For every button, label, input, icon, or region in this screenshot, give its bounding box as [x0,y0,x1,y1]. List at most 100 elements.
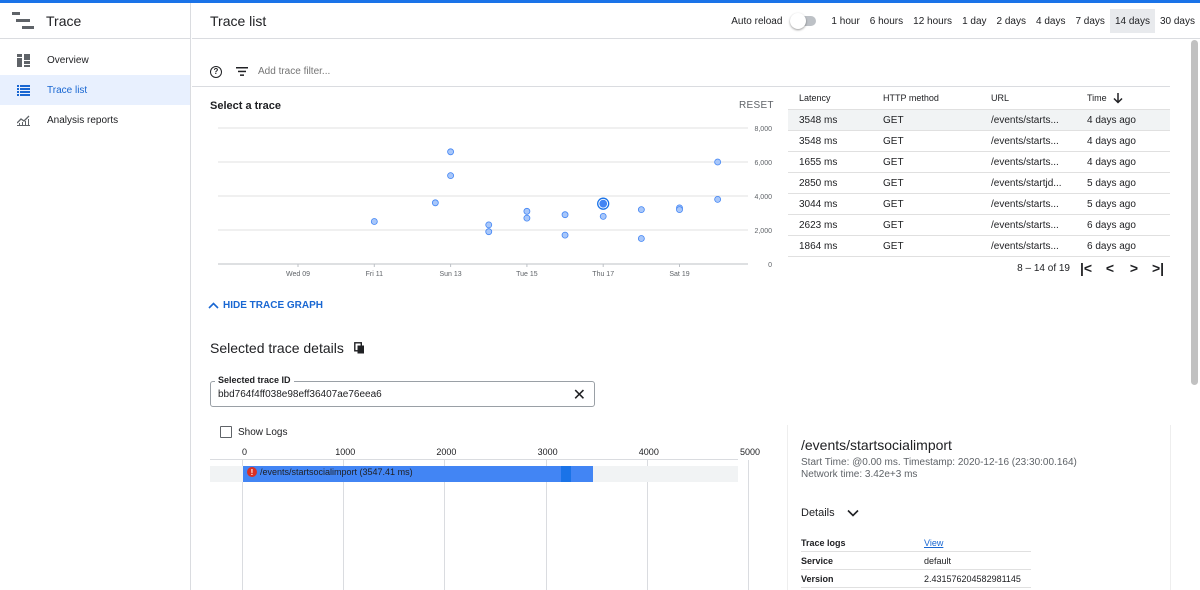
sidebar-item-label: Trace list [47,84,88,96]
span-child-bar[interactable] [561,466,571,482]
detail-row-version: Version 2.431576204582981145 [801,570,1031,588]
x-tick-label: Wed 09 [286,271,310,278]
trace-id-label: Selected trace ID [215,375,294,385]
range-button-7-days[interactable]: 7 days [1070,9,1109,33]
data-point[interactable] [714,158,722,166]
cell-latency: 2623 ms [799,219,838,231]
cell-method: GET [883,156,904,168]
span-title: /events/startsocialimport [801,437,952,453]
cell-method: GET [883,198,904,210]
sidebar-item-overview[interactable]: Overview [0,45,190,75]
dashboard-icon [17,53,30,67]
hide-trace-graph-button[interactable]: HIDE TRACE GRAPH [208,300,323,311]
x-tick-label: Sun 13 [440,271,462,278]
span-label[interactable]: ! /events/startsocialimport (3547.41 ms) [247,467,413,477]
cell-time: 4 days ago [1087,114,1136,126]
cell-url: /events/starts... [991,114,1059,126]
data-point[interactable] [561,211,569,219]
table-row[interactable]: 3548 ms GET/events/starts... 4 days ago [788,110,1170,131]
prev-page-icon[interactable]: < [1098,260,1122,276]
span-details-panel: /events/startsocialimport Start Time: @0… [787,425,1171,590]
range-button-1-hour[interactable]: 1 hour [826,9,864,33]
data-point[interactable] [523,214,531,222]
analytics-icon [17,114,30,127]
range-button-4-days[interactable]: 4 days [1031,9,1070,33]
trace-filter-input[interactable] [258,66,658,77]
detail-row-service: Service default [801,552,1031,570]
trace-id-field[interactable]: Selected trace ID bbd764f4ff038e98eff364… [210,375,595,407]
data-point[interactable] [485,221,493,229]
data-point[interactable] [431,199,439,207]
data-point[interactable] [714,196,722,203]
data-point[interactable] [637,235,645,242]
table-row[interactable]: 2850 ms GET/events/startjd... 5 days ago [788,173,1170,194]
cell-method: GET [883,240,904,252]
data-point[interactable] [676,206,683,213]
data-point[interactable] [447,148,455,156]
selected-data-point[interactable] [599,199,608,208]
details-label: Details [801,507,835,519]
col-latency[interactable]: Latency [788,93,872,103]
last-page-icon[interactable]: >| [1146,260,1170,276]
data-point[interactable] [370,218,378,225]
table-row[interactable]: 3548 ms GET/events/starts... 4 days ago [788,131,1170,152]
cell-method: GET [883,135,904,147]
range-button-6-hours[interactable]: 6 hours [865,9,908,33]
cell-latency: 2850 ms [799,177,838,189]
pager-text: 8 – 14 of 19 [1017,262,1070,274]
span-start-time: Start Time: @0.00 ms. Timestamp: 2020-12… [801,457,1077,468]
clear-icon[interactable]: ✕ [573,385,586,405]
sidebar-header: Trace [0,3,190,39]
data-point[interactable] [523,207,531,215]
cell-time: 6 days ago [1087,240,1136,252]
page-scrollbar[interactable] [1191,40,1198,385]
auto-reload-toggle[interactable]: Auto reload [731,13,817,29]
range-button-14-days[interactable]: 14 days [1109,9,1155,33]
first-page-icon[interactable]: |< [1074,260,1098,276]
range-button-12-hours[interactable]: 12 hours [908,9,957,33]
sidebar-item-analysis-reports[interactable]: Analysis reports [0,105,190,135]
sidebar: Trace Overview Trace list Analysis repor… [0,3,191,590]
details-toggle[interactable]: Details [801,507,859,519]
show-logs-checkbox[interactable]: Show Logs [220,426,287,438]
table-row[interactable]: 1864 ms GET/events/starts... 6 days ago [788,236,1170,257]
range-button-30-days[interactable]: 30 days [1155,9,1200,33]
cell-method: GET [883,177,904,189]
trace-table: Latency HTTP method URL Time 3548 ms GET /… [788,87,1170,257]
table-row[interactable]: 2623 ms GET/events/starts... 6 days ago [788,215,1170,236]
cell-latency: 1864 ms [799,240,838,252]
data-point[interactable] [485,228,493,236]
col-url[interactable]: URL [980,93,1076,103]
range-button-1-day[interactable]: 1 day [957,9,991,33]
sidebar-item-trace-list[interactable]: Trace list [0,75,190,105]
data-point[interactable] [561,231,569,239]
trace-scatter-chart[interactable]: 0 2,000 4,000 6,000 8,000 Wed 09 Fri 11 Sun 13 T… [200,115,790,285]
col-http-method[interactable]: HTTP method [872,93,980,103]
reset-button[interactable]: RESET [739,100,774,111]
toggle-switch[interactable] [790,13,817,29]
help-icon[interactable]: ? [210,65,222,78]
view-logs-link[interactable]: View [924,538,943,548]
trace-logo-icon [12,11,34,30]
data-point[interactable] [599,213,607,220]
sidebar-item-label: Overview [47,54,89,66]
copy-icon[interactable] [353,342,365,354]
x-tick-label: Sat 19 [669,271,689,278]
span-network-time: Network time: 3.42e+3 ms [801,469,918,480]
page-title: Trace list [210,12,267,29]
selected-trace-details-title: Selected trace details [210,340,365,356]
y-tick-label: 4,000 [754,194,772,201]
range-button-2-days[interactable]: 2 days [992,9,1031,33]
table-row[interactable]: 1655 ms GET/events/starts... 4 days ago [788,152,1170,173]
trace-filter-bar: ? [192,57,1170,87]
col-time[interactable]: Time [1076,92,1170,104]
trace-id-value[interactable]: bbd764f4ff038e98eff36407ae76eea6 [218,389,382,400]
data-point[interactable] [447,172,455,179]
table-row[interactable]: 3044 ms GET/events/starts... 5 days ago [788,194,1170,215]
next-page-icon[interactable]: > [1122,260,1146,276]
checkbox[interactable] [220,426,232,438]
filter-icon[interactable] [236,63,248,81]
sort-arrow-down-icon[interactable] [1113,92,1123,104]
detail-row-trace-logs: Trace logs View [801,534,1031,552]
data-point[interactable] [637,206,645,213]
